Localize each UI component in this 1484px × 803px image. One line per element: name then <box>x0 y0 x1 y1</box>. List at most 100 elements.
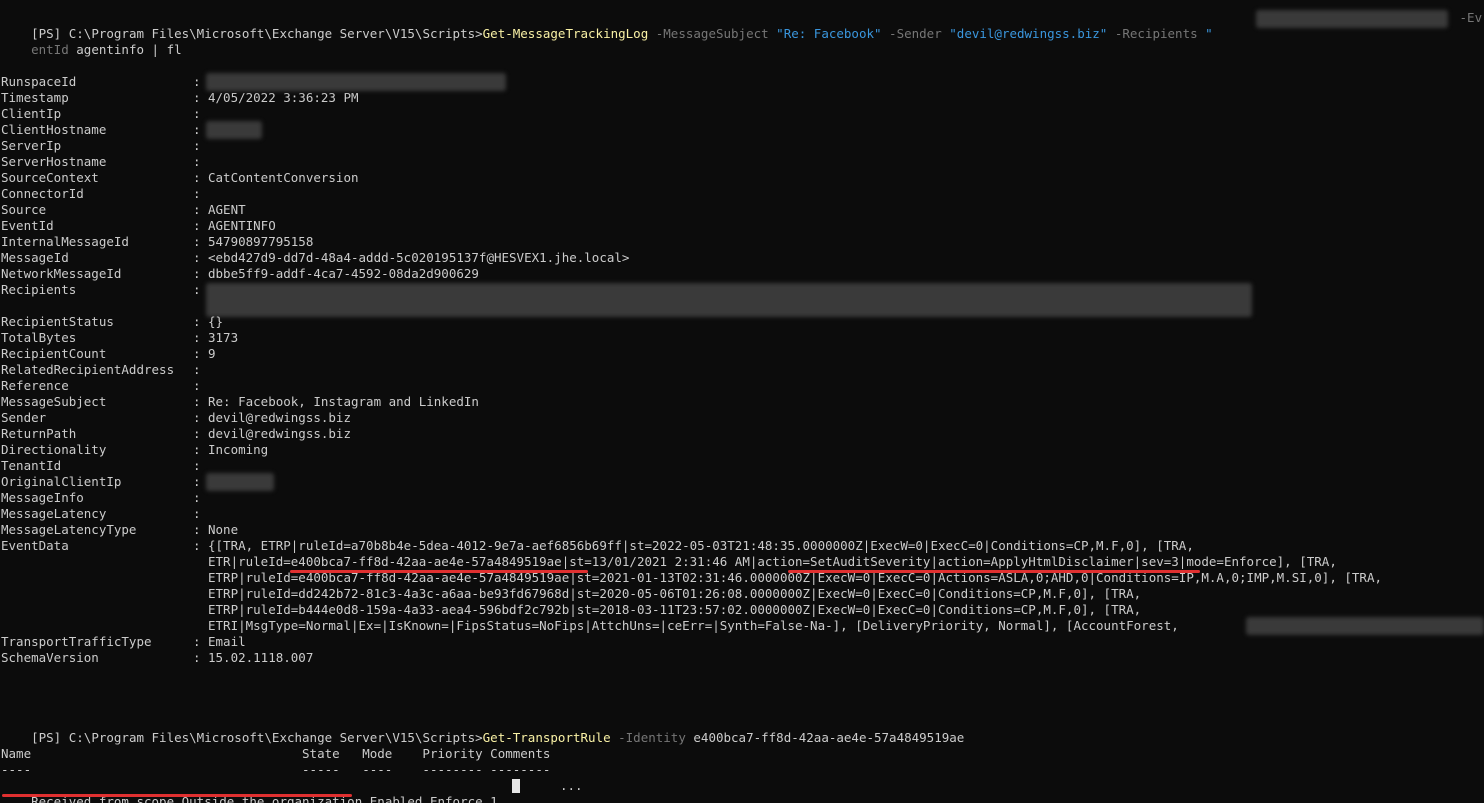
field-colon: : <box>193 394 201 409</box>
field-colon: : <box>193 538 201 553</box>
field-label: Reference <box>1 378 69 393</box>
field-value: Email <box>208 634 246 649</box>
field-value: devil@redwingss.biz <box>208 410 351 425</box>
param-recipients: -Recipients <box>1107 26 1206 41</box>
field-label: MessageId <box>1 250 69 265</box>
field-colon: : <box>193 426 201 441</box>
field-label: ClientHostname <box>1 122 107 137</box>
param-subject: -MessageSubject <box>648 26 777 41</box>
field-colon: : <box>193 522 201 537</box>
field-label: ReturnPath <box>1 426 77 441</box>
field-colon: : <box>193 634 201 649</box>
field-label: Timestamp <box>1 90 69 105</box>
field-label: RelatedRecipientAddress <box>1 362 175 377</box>
field-colon: : <box>193 378 201 393</box>
param-eventid-start: -Ev <box>1452 10 1483 25</box>
field-colon: : <box>193 106 201 121</box>
field-label: ServerHostname <box>1 154 107 169</box>
subject-value: "Re: Facebook" <box>776 26 882 41</box>
field-label: SourceContext <box>1 170 99 185</box>
field-colon: : <box>193 218 201 233</box>
field-label: TenantId <box>1 458 62 473</box>
field-value: 9 <box>208 346 216 361</box>
field-label: ServerIp <box>1 138 62 153</box>
field-value: 4/05/2022 3:36:23 PM <box>208 90 359 105</box>
field-value: devil@redwingss.biz <box>208 426 351 441</box>
field-colon: : <box>193 138 201 153</box>
field-value: 15.02.1118.007 <box>208 650 314 665</box>
field-value: Re: Facebook, Instagram and LinkedIn <box>208 394 479 409</box>
powershell-terminal[interactable]: [PS] C:\Program Files\Microsoft\Exchange… <box>0 0 1484 803</box>
table-header: Name State Mode Priority Comments <box>1 746 551 761</box>
recipients-value-quote: " <box>1205 26 1213 41</box>
field-colon: : <box>193 154 201 169</box>
table-row: Received from scope Outside the organiza… <box>1 778 498 803</box>
field-colon: : <box>193 458 201 473</box>
command-tail: agentinfo | fl <box>68 42 182 57</box>
cmdlet-name: Get-MessageTrackingLog <box>482 26 649 41</box>
field-value: dbbe5ff9-addf-4ca7-4592-08da2d900629 <box>208 266 479 281</box>
field-label: Source <box>1 202 47 217</box>
field-label: EventData <box>1 538 69 553</box>
field-value: 54790897795158 <box>208 234 314 249</box>
eventdata-line: ETR|ruleId=e400bca7-ff8d-42aa-ae4e-57a48… <box>208 554 1337 569</box>
field-colon: : <box>193 314 201 329</box>
field-value: {} <box>208 314 224 329</box>
redacted-recipients-arg <box>1256 10 1448 28</box>
identity-value: e400bca7-ff8d-42aa-ae4e-57a4849519ae <box>693 730 965 745</box>
field-label: InternalMessageId <box>1 234 129 249</box>
field-label: OriginalClientIp <box>1 474 122 489</box>
field-value: <ebd427d9-dd7d-48a4-addd-5c020195137f@HE… <box>208 250 630 265</box>
field-label: MessageSubject <box>1 394 107 409</box>
field-value: CatContentConversion <box>208 170 359 185</box>
eventdata-line: ETRI|MsgType=Normal|Ex=|IsKnown=|FipsSta… <box>208 618 1179 633</box>
command-line-2: [PS] C:\Program Files\Microsoft\Exchange… <box>1 714 964 745</box>
field-colon: : <box>193 122 201 137</box>
field-label: RunspaceId <box>1 74 77 89</box>
eventdata-line: ETRP|ruleId=b444e0d8-159a-4a33-aea4-596b… <box>208 602 1142 617</box>
field-colon: : <box>193 90 201 105</box>
field-value: None <box>208 522 239 537</box>
field-label: EventId <box>1 218 54 233</box>
field-colon: : <box>193 474 201 489</box>
redacted-clienthostname <box>206 121 262 139</box>
field-colon: : <box>193 234 201 249</box>
field-label: SchemaVersion <box>1 650 99 665</box>
param-identity: -Identity <box>610 730 694 745</box>
field-colon: : <box>193 442 201 457</box>
field-label: MessageInfo <box>1 490 84 505</box>
field-colon: : <box>193 362 201 377</box>
redacted-accountforest <box>1246 617 1484 635</box>
field-colon: : <box>193 186 201 201</box>
cmdlet-name-2: Get-TransportRule <box>482 730 611 745</box>
field-colon: : <box>193 250 201 265</box>
field-colon: : <box>193 266 201 281</box>
table-header-dashes: ---- ----- ---- -------- -------- <box>1 762 551 777</box>
eventdata-line: ETRP|ruleId=dd242b72-81c3-4a3c-a6aa-be93… <box>208 586 1142 601</box>
field-label: TotalBytes <box>1 330 77 345</box>
field-colon: : <box>193 74 201 89</box>
field-label: TransportTrafficType <box>1 634 152 649</box>
rule-state-mode-priority: Enabled Enforce 1 <box>362 794 498 803</box>
field-label: NetworkMessageId <box>1 266 122 281</box>
field-value: {[TRA, ETRP|ruleId=a70b8b4e-5dea-4012-9e… <box>208 538 1194 553</box>
field-colon: : <box>193 346 201 361</box>
field-label: RecipientCount <box>1 346 107 361</box>
field-colon: : <box>193 330 201 345</box>
prompt-path-2: [PS] C:\Program Files\Microsoft\Exchange… <box>31 730 483 745</box>
sender-value: "devil@redwingss.biz" <box>949 26 1108 41</box>
underline-rule-name <box>2 794 352 797</box>
field-colon: : <box>193 410 201 425</box>
field-value: Incoming <box>208 442 269 457</box>
field-label: Sender <box>1 410 47 425</box>
rule-comments: ... <box>560 778 583 793</box>
field-label: Recipients <box>1 282 77 297</box>
field-value: 3173 <box>208 330 239 345</box>
field-label: Directionality <box>1 442 107 457</box>
field-label: RecipientStatus <box>1 314 114 329</box>
redacted-runspaceid <box>206 73 506 91</box>
field-colon: : <box>193 282 201 297</box>
underline-ruleid <box>290 570 588 573</box>
redacted-originalclientip <box>206 473 274 491</box>
field-colon: : <box>193 170 201 185</box>
